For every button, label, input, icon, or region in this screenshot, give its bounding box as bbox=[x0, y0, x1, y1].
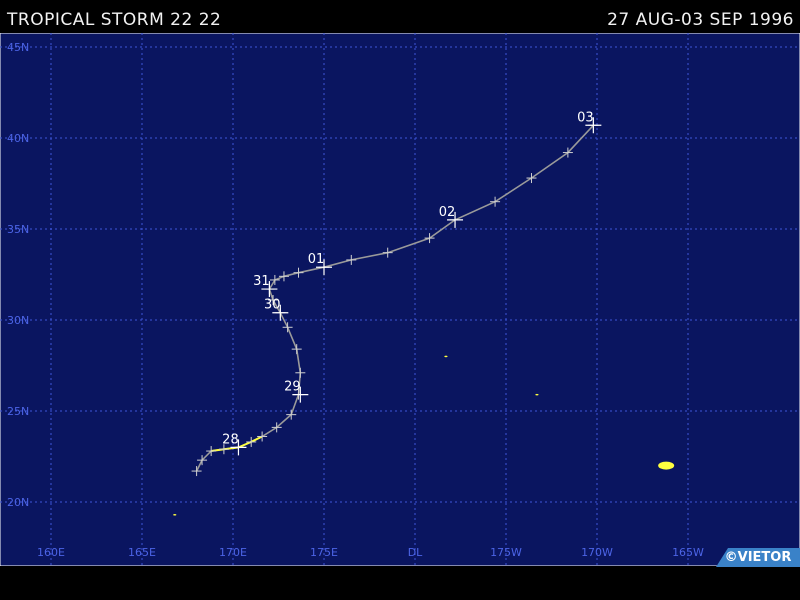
day-label: 02 bbox=[439, 205, 456, 220]
day-label: 29 bbox=[284, 380, 301, 395]
lon-label-175w: 175W bbox=[490, 546, 522, 559]
island-dot bbox=[535, 393, 539, 396]
storm-title: TROPICAL STORM 22 22 bbox=[7, 10, 222, 30]
lon-label-170w: 170W bbox=[581, 546, 613, 559]
lon-label-dateline: DL bbox=[408, 546, 423, 559]
lon-label-175e: 175E bbox=[310, 546, 338, 559]
lat-label-20n: 20N bbox=[7, 496, 29, 509]
island-dot bbox=[173, 513, 177, 516]
date-range: 27 AUG-03 SEP 1996 bbox=[607, 10, 794, 30]
day-label: 03 bbox=[577, 110, 594, 125]
lat-label-40n: 40N bbox=[7, 132, 29, 145]
island-dot bbox=[444, 355, 448, 358]
lon-label-165w: 165W bbox=[672, 546, 704, 559]
day-label: 31 bbox=[253, 274, 270, 289]
lon-label-165e: 165E bbox=[128, 546, 156, 559]
day-label: 01 bbox=[308, 252, 325, 267]
day-label: 28 bbox=[222, 432, 239, 447]
storm-track-map: 45N 40N 35N 30N 25N 20N 160E 165E 170E 1… bbox=[0, 33, 800, 566]
lon-label-160e: 160E bbox=[37, 546, 65, 559]
lat-label-45n: 45N bbox=[7, 41, 29, 54]
lon-label-170e: 170E bbox=[219, 546, 247, 559]
ocean-background bbox=[0, 33, 800, 566]
day-label: 30 bbox=[264, 298, 281, 313]
lat-label-30n: 30N bbox=[7, 314, 29, 327]
lat-label-25n: 25N bbox=[7, 405, 29, 418]
island-dot bbox=[658, 461, 675, 470]
vietor-credit: ©VIETOR bbox=[716, 548, 800, 567]
lat-label-35n: 35N bbox=[7, 223, 29, 236]
